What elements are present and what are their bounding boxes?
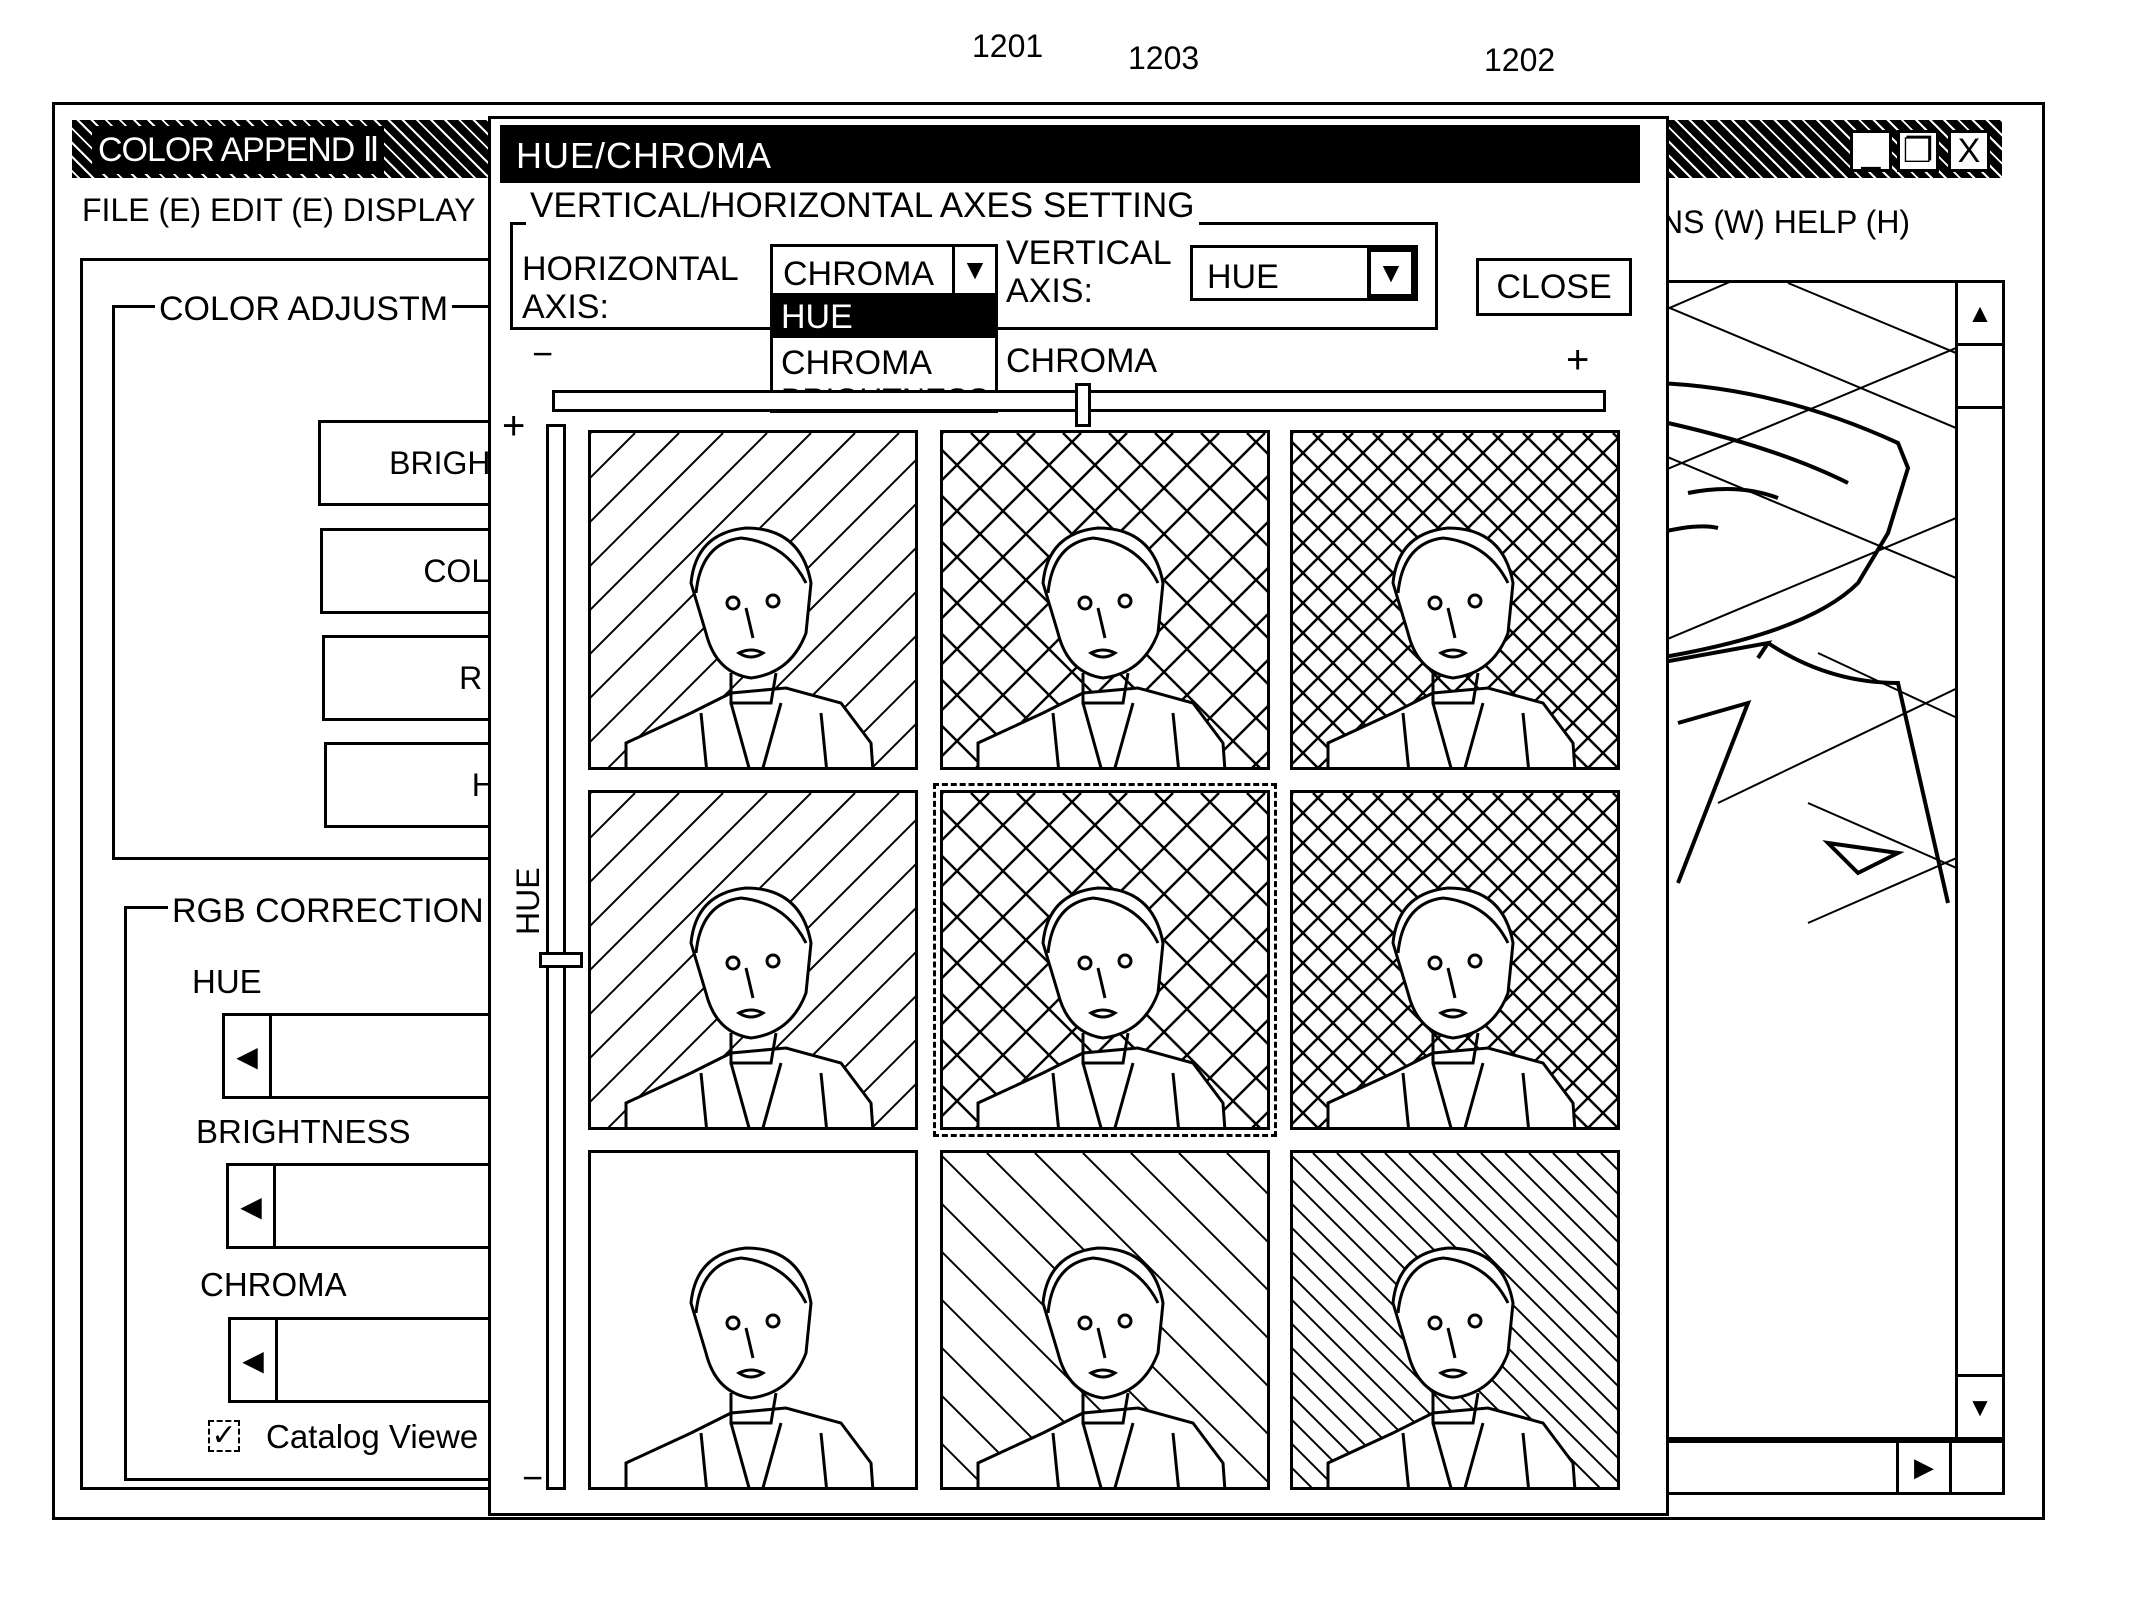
color-adjustment-label: COLOR ADJUSTM — [155, 290, 453, 329]
horizontal-slider-thumb[interactable] — [1075, 383, 1091, 427]
ref-label-1202: 1202 — [1484, 42, 1556, 78]
thumbnail-portrait — [943, 1153, 1267, 1487]
thumbnail-portrait — [943, 433, 1267, 767]
scroll-thumb[interactable] — [1958, 346, 2002, 409]
thumbnail-image[interactable] — [1290, 790, 1620, 1130]
vertical-slider-thumb[interactable] — [539, 952, 583, 968]
thumbnail-image[interactable] — [933, 783, 1277, 1137]
thumbnail-portrait — [1293, 793, 1617, 1127]
scroll-up-icon: ▲ — [1967, 297, 1993, 328]
hue-slider-label: HUE — [192, 963, 262, 1000]
ref-label-1201: 1201 — [972, 28, 1044, 64]
vertical-axis-label-line1: VERTICAL — [1006, 234, 1172, 272]
thumbnail-image[interactable] — [588, 1150, 918, 1490]
scroll-down-icon: ▼ — [1967, 1391, 1993, 1422]
thumbnail-portrait — [624, 1246, 875, 1487]
hue-slider[interactable]: ◀ — [222, 1013, 522, 1099]
preview-image — [1655, 280, 1965, 1440]
menu-bar-right[interactable]: NS (W) HELP (H) — [1660, 204, 1910, 241]
scroll-left-icon[interactable]: ◀ — [231, 1320, 278, 1400]
close-button[interactable]: CLOSE — [1476, 258, 1632, 316]
axes-setting-label: VERTICAL/HORIZONTAL AXES SETTING — [526, 186, 1199, 226]
vertical-scrollbar[interactable]: ▲ ▼ — [1955, 280, 2005, 1440]
vertical-slider-max: + — [502, 404, 526, 448]
dialog-title-bar[interactable]: HUE/CHROMA — [500, 125, 1640, 183]
minimize-icon: _ — [1861, 131, 1881, 170]
vertical-slider-label: HUE — [510, 867, 546, 935]
catalog-viewer-label: Catalog Viewe — [266, 1418, 479, 1455]
option-hue[interactable]: HUE — [773, 296, 995, 338]
scroll-down-button[interactable]: ▼ — [1958, 1374, 2002, 1437]
horizontal-scrollbar[interactable]: ▶ — [1655, 1440, 2005, 1495]
thumbnail-image[interactable] — [940, 1150, 1270, 1490]
vertical-axis-label-line2: AXIS: — [1006, 272, 1093, 310]
horizontal-axis-label-line2: AXIS: — [522, 288, 609, 326]
thumbnail-image[interactable] — [1290, 430, 1620, 770]
dialog-title: HUE/CHROMA — [516, 135, 773, 176]
thumbnail-portrait — [591, 793, 915, 1127]
vertical-axis-value: HUE — [1207, 258, 1279, 296]
close-icon: X — [1957, 131, 1981, 170]
minimize-button[interactable]: _ — [1850, 130, 1892, 172]
horizontal-axis-label: HORIZONTAL AXIS: — [522, 250, 739, 326]
option-chroma[interactable]: CHROMA — [773, 338, 995, 382]
horizontal-axis-label-line1: HORIZONTAL — [522, 250, 739, 288]
close-window-button[interactable]: X — [1948, 130, 1990, 172]
horizontal-chroma-slider[interactable] — [552, 383, 1606, 427]
vertical-axis-dropdown[interactable]: HUE ▼ — [1190, 245, 1418, 301]
thumbnail-image[interactable] — [1290, 1150, 1620, 1490]
horizontal-axis-dropdown[interactable]: CHROMA ▼ — [770, 244, 998, 296]
scroll-left-icon[interactable]: ◀ — [229, 1166, 276, 1246]
thumbnail-image[interactable] — [588, 430, 918, 770]
thumbnail-portrait — [1293, 433, 1617, 767]
thumbnail-portrait — [943, 793, 1267, 1127]
dropdown-arrow-icon[interactable]: ▼ — [952, 247, 995, 293]
horizontal-axis-value: CHROMA — [783, 255, 935, 293]
dropdown-arrow-icon[interactable]: ▼ — [1367, 248, 1415, 298]
thumbnail-image[interactable] — [588, 790, 918, 1130]
thumbnail-image[interactable] — [940, 430, 1270, 770]
preview-image-drawing — [1658, 283, 1962, 924]
brightness-slider[interactable]: ◀ — [226, 1163, 526, 1249]
chroma-slider-label: CHROMA — [200, 1266, 347, 1303]
horizontal-slider-max: + — [1566, 338, 1590, 382]
close-button-label: CLOSE — [1496, 267, 1612, 306]
scroll-right-button[interactable]: ▶ — [1896, 1443, 1952, 1492]
menu-bar-left[interactable]: FILE (E) EDIT (E) DISPLAY — [82, 192, 476, 229]
brightness-slider-label: BRIGHTNESS — [196, 1113, 411, 1150]
maximize-button[interactable]: ❐ — [1897, 130, 1939, 172]
rgb-correction-label: RGB CORRECTION — [168, 892, 488, 931]
scroll-right-icon: ▶ — [1914, 1452, 1934, 1482]
ref-label-1203-top: 1203 — [1128, 40, 1200, 76]
thumbnail-portrait — [1293, 1153, 1617, 1487]
chroma-slider[interactable]: ◀ — [228, 1317, 528, 1403]
vertical-axis-label: VERTICAL AXIS: — [1006, 234, 1172, 310]
scroll-left-icon[interactable]: ◀ — [225, 1016, 272, 1096]
thumbnail-portrait — [591, 433, 915, 767]
vertical-slider-min: − — [522, 1457, 544, 1498]
horizontal-slider-min: − — [532, 333, 554, 374]
vertical-hue-slider[interactable] — [539, 424, 583, 1490]
main-window-title: COLOR APPEND Ⅱ — [92, 126, 385, 174]
catalog-viewer-checkbox[interactable]: ✓ — [208, 1420, 240, 1452]
maximize-icon: ❐ — [1902, 132, 1934, 170]
scroll-up-button[interactable]: ▲ — [1958, 283, 2002, 346]
horizontal-slider-label: CHROMA — [1006, 342, 1158, 380]
